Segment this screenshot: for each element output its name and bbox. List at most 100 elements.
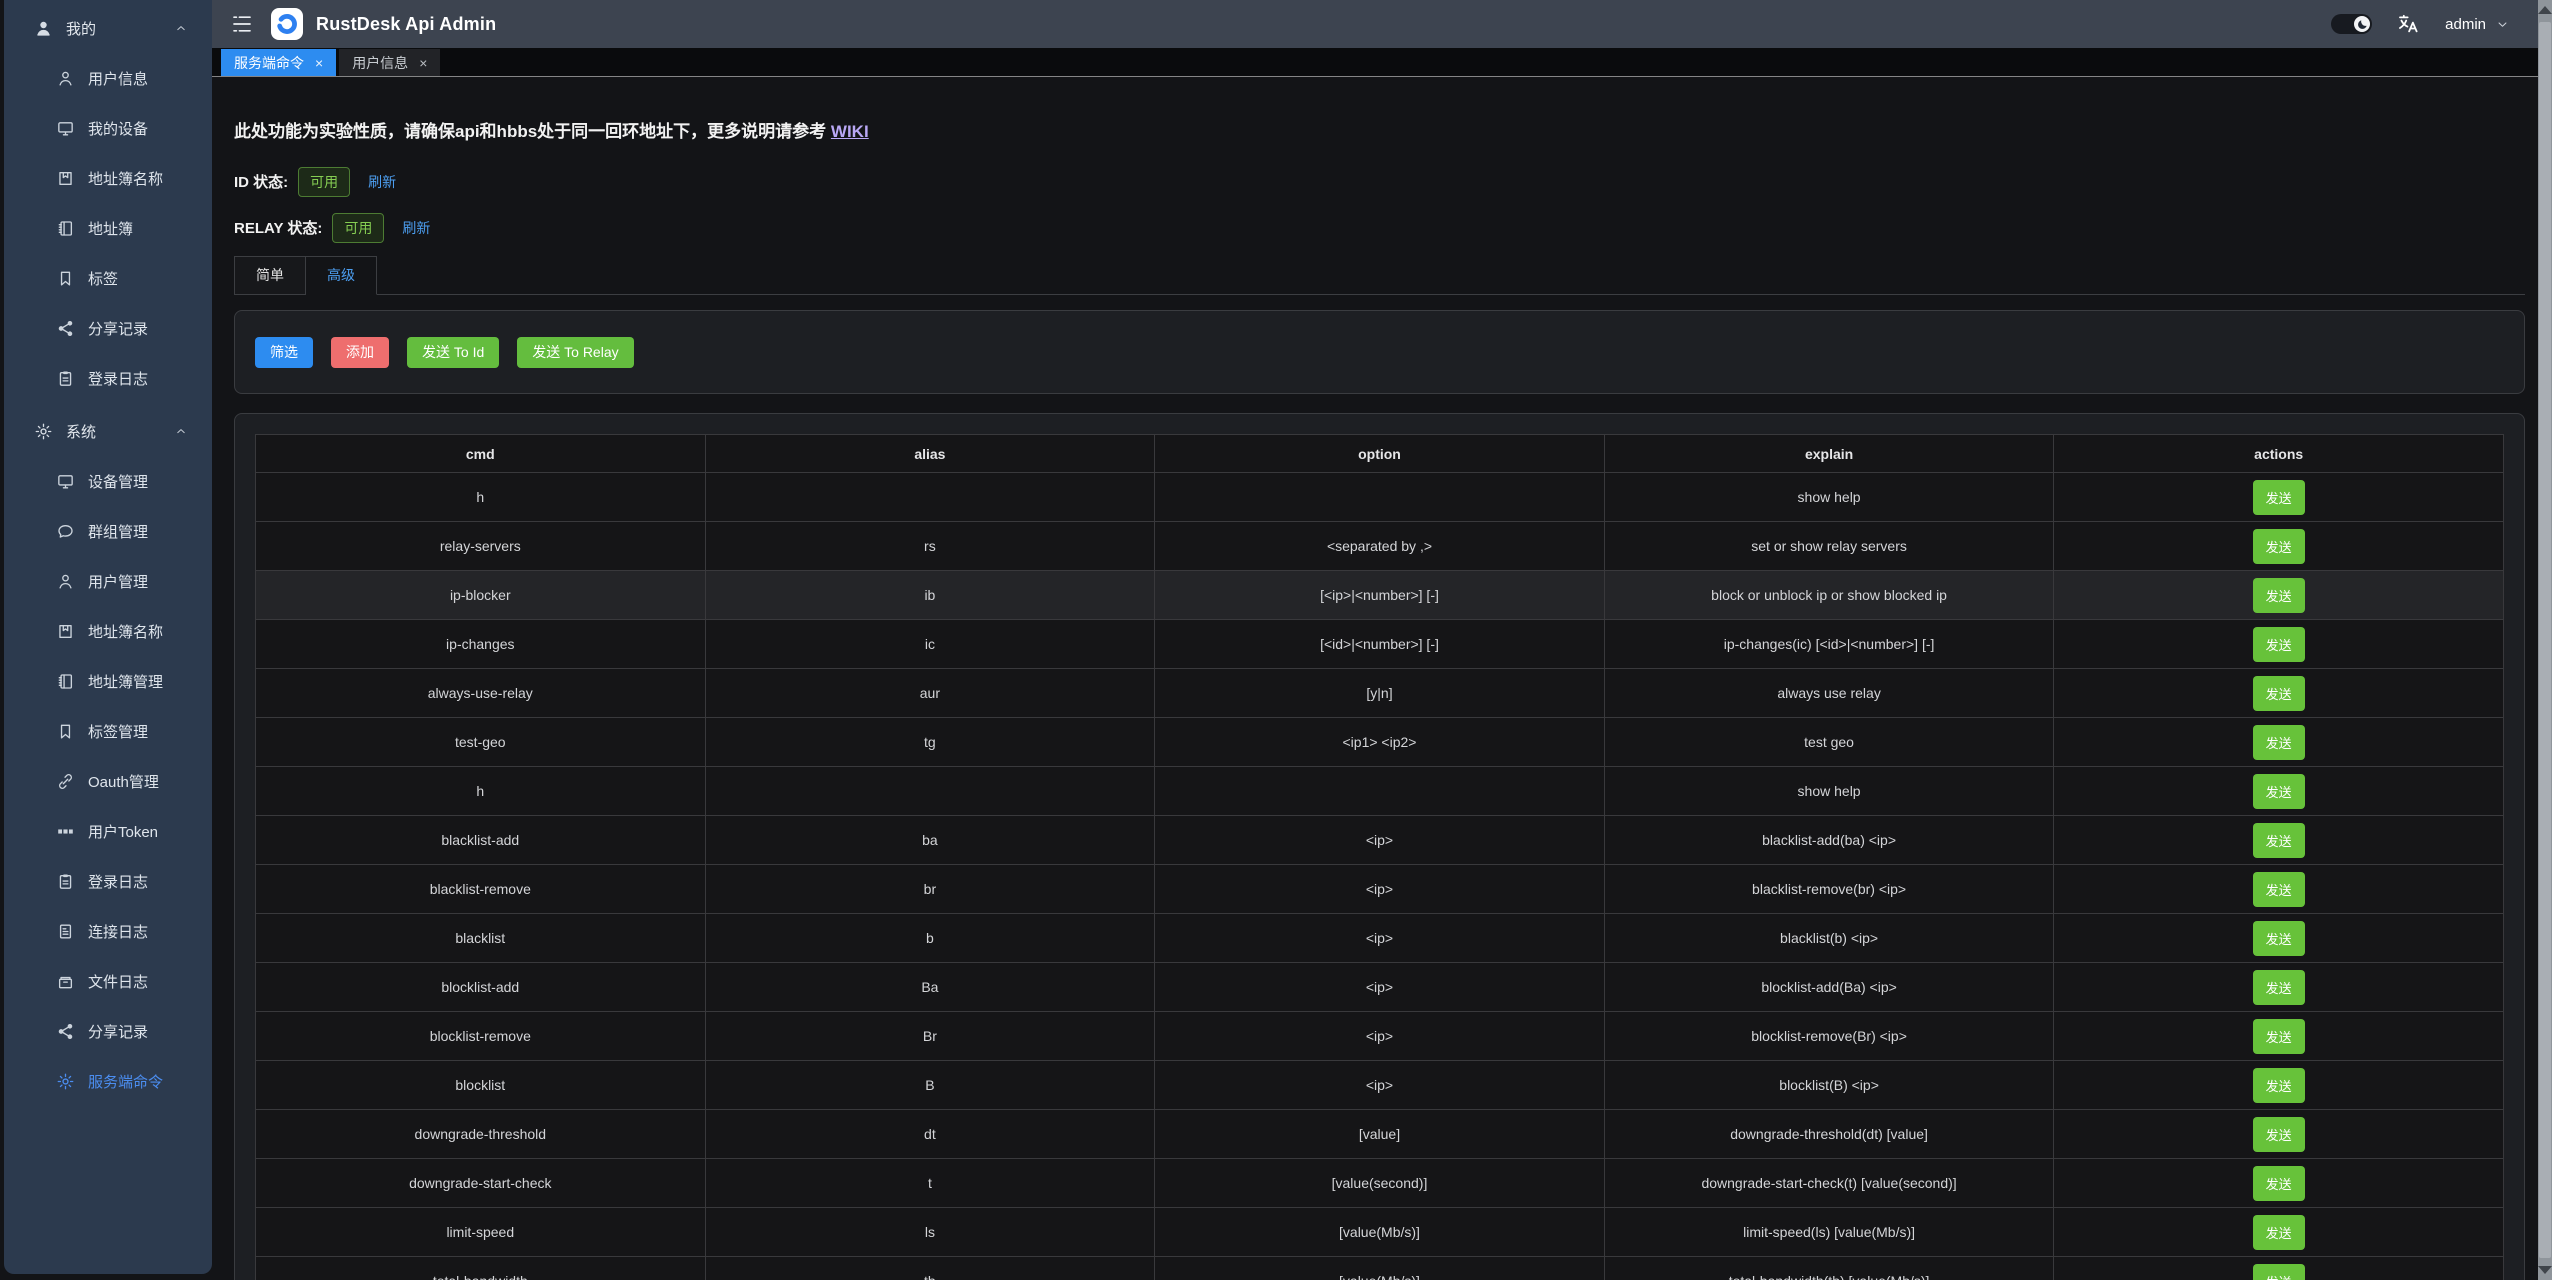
sidebar-item-label: 用户Token bbox=[88, 821, 158, 842]
cell-alias: b bbox=[705, 914, 1155, 963]
cell-alias bbox=[705, 473, 1155, 522]
toolbar-button-add[interactable]: 添加 bbox=[331, 337, 389, 368]
cell-actions: 发送 bbox=[2054, 522, 2504, 571]
send-button[interactable]: 发送 bbox=[2253, 529, 2305, 564]
page-tab-user-info[interactable]: 用户信息 × bbox=[339, 49, 440, 76]
sidebar-item-label: Oauth管理 bbox=[88, 771, 159, 792]
cell-actions: 发送 bbox=[2054, 1257, 2504, 1280]
sidebar-item-user-token[interactable]: 用户Token bbox=[4, 806, 212, 856]
sidebar-item-label: 文件日志 bbox=[88, 971, 148, 992]
cell-alias: ls bbox=[705, 1208, 1155, 1257]
cell-explain: downgrade-start-check(t) [value(second)] bbox=[1604, 1159, 2054, 1208]
view-tab-simple[interactable]: 简单 bbox=[234, 256, 306, 295]
sidebar-item-tag-management[interactable]: 标签管理 bbox=[4, 706, 212, 756]
send-button[interactable]: 发送 bbox=[2253, 1215, 2305, 1250]
user-menu[interactable]: admin bbox=[2445, 16, 2510, 33]
sidebar-group-mine[interactable]: 我的 bbox=[4, 3, 212, 53]
toolbar-button-filter[interactable]: 筛选 bbox=[255, 337, 313, 368]
menu-fold-icon[interactable] bbox=[230, 12, 254, 36]
toolbar-card: 筛选 添加 发送 To Id 发送 To Relay bbox=[234, 310, 2525, 394]
table-row: total-bandwidth tb [value(Mb/s)] total-b… bbox=[256, 1257, 2504, 1280]
cell-actions: 发送 bbox=[2054, 1110, 2504, 1159]
toolbar-button-label: 发送 To Relay bbox=[532, 344, 618, 360]
cell-actions: 发送 bbox=[2054, 865, 2504, 914]
sidebar-item-group-management[interactable]: 群组管理 bbox=[4, 506, 212, 556]
sidebar-item-user-management[interactable]: 用户管理 bbox=[4, 556, 212, 606]
cell-option: <ip> bbox=[1155, 816, 1605, 865]
clipboard-icon bbox=[56, 872, 75, 891]
vertical-scrollbar[interactable] bbox=[2538, 0, 2552, 1280]
sidebar-item-my-devices[interactable]: 我的设备 bbox=[4, 103, 212, 153]
cell-actions: 发送 bbox=[2054, 473, 2504, 522]
id-status-badge: 可用 bbox=[298, 167, 350, 197]
rustdesk-logo-icon bbox=[274, 11, 300, 37]
send-button[interactable]: 发送 bbox=[2253, 627, 2305, 662]
send-button[interactable]: 发送 bbox=[2253, 823, 2305, 858]
cell-option: <ip1> <ip2> bbox=[1155, 718, 1605, 767]
sidebar-group-system[interactable]: 系统 bbox=[4, 406, 212, 456]
sidebar-item-login-logs[interactable]: 登录日志 bbox=[4, 353, 212, 403]
sidebar-item-address-book[interactable]: 地址簿 bbox=[4, 203, 212, 253]
sidebar-item-address-book-names-admin[interactable]: 地址簿名称 bbox=[4, 606, 212, 656]
send-button[interactable]: 发送 bbox=[2253, 872, 2305, 907]
close-icon[interactable]: × bbox=[315, 55, 323, 71]
close-icon[interactable]: × bbox=[419, 55, 427, 71]
view-tab-advanced[interactable]: 高级 bbox=[306, 256, 377, 295]
send-button[interactable]: 发送 bbox=[2253, 774, 2305, 809]
cell-actions: 发送 bbox=[2054, 718, 2504, 767]
table-row: h show help 发送 bbox=[256, 473, 2504, 522]
cell-cmd: test-geo bbox=[256, 718, 706, 767]
send-button[interactable]: 发送 bbox=[2253, 1117, 2305, 1152]
cell-alias: ba bbox=[705, 816, 1155, 865]
sidebar-item-file-logs[interactable]: 文件日志 bbox=[4, 956, 212, 1006]
wiki-link[interactable]: WIKI bbox=[831, 122, 869, 141]
cell-cmd: blocklist-remove bbox=[256, 1012, 706, 1061]
toolbar-button-send-to-relay[interactable]: 发送 To Relay bbox=[517, 337, 633, 368]
sidebar-item-device-management[interactable]: 设备管理 bbox=[4, 456, 212, 506]
table-row: downgrade-start-check t [value(second)] … bbox=[256, 1159, 2504, 1208]
sidebar-item-address-book-management[interactable]: 地址簿管理 bbox=[4, 656, 212, 706]
cell-cmd: blacklist-remove bbox=[256, 865, 706, 914]
theme-toggle[interactable] bbox=[2331, 14, 2372, 34]
bookmark-icon bbox=[56, 722, 75, 741]
sidebar-item-label: 地址簿管理 bbox=[88, 671, 163, 692]
scroll-up-arrow-icon[interactable] bbox=[2538, 6, 2552, 14]
send-button[interactable]: 发送 bbox=[2253, 725, 2305, 760]
toolbar-button-label: 发送 To Id bbox=[422, 344, 484, 360]
scroll-down-arrow-icon[interactable] bbox=[2538, 1266, 2552, 1274]
send-button[interactable]: 发送 bbox=[2253, 578, 2305, 613]
cell-cmd: ip-blocker bbox=[256, 571, 706, 620]
sidebar-item-login-logs-admin[interactable]: 登录日志 bbox=[4, 856, 212, 906]
sidebar-item-user-info[interactable]: 用户信息 bbox=[4, 53, 212, 103]
cell-explain: show help bbox=[1604, 767, 2054, 816]
cell-explain: test geo bbox=[1604, 718, 2054, 767]
translate-icon[interactable] bbox=[2396, 12, 2421, 37]
send-button[interactable]: 发送 bbox=[2253, 1166, 2305, 1201]
table-header-cell: explain bbox=[1604, 435, 2054, 473]
send-button[interactable]: 发送 bbox=[2253, 970, 2305, 1005]
send-button[interactable]: 发送 bbox=[2253, 1264, 2305, 1280]
sidebar-item-server-commands[interactable]: 服务端命令 bbox=[4, 1056, 212, 1106]
send-button[interactable]: 发送 bbox=[2253, 676, 2305, 711]
monitor-icon bbox=[56, 119, 75, 138]
send-button[interactable]: 发送 bbox=[2253, 921, 2305, 956]
cell-explain: show help bbox=[1604, 473, 2054, 522]
sidebar-item-connection-logs[interactable]: 连接日志 bbox=[4, 906, 212, 956]
sidebar-item-share-records[interactable]: 分享记录 bbox=[4, 303, 212, 353]
sidebar-item-address-book-names[interactable]: 地址簿名称 bbox=[4, 153, 212, 203]
cell-option: <separated by ,> bbox=[1155, 522, 1605, 571]
toolbar-button-send-to-id[interactable]: 发送 To Id bbox=[407, 337, 499, 368]
cell-cmd: blacklist bbox=[256, 914, 706, 963]
relay-refresh-link[interactable]: 刷新 bbox=[402, 218, 430, 238]
id-refresh-link[interactable]: 刷新 bbox=[368, 172, 396, 192]
scrollbar-thumb[interactable] bbox=[2539, 22, 2551, 1258]
sidebar-item-label: 用户信息 bbox=[88, 68, 148, 89]
send-button[interactable]: 发送 bbox=[2253, 1019, 2305, 1054]
sidebar-item-share-records-admin[interactable]: 分享记录 bbox=[4, 1006, 212, 1056]
send-button[interactable]: 发送 bbox=[2253, 480, 2305, 515]
sidebar-item-tags[interactable]: 标签 bbox=[4, 253, 212, 303]
user-name: admin bbox=[2445, 16, 2486, 33]
send-button[interactable]: 发送 bbox=[2253, 1068, 2305, 1103]
sidebar-item-oauth-management[interactable]: Oauth管理 bbox=[4, 756, 212, 806]
page-tab-server-commands[interactable]: 服务端命令 × bbox=[221, 49, 336, 76]
